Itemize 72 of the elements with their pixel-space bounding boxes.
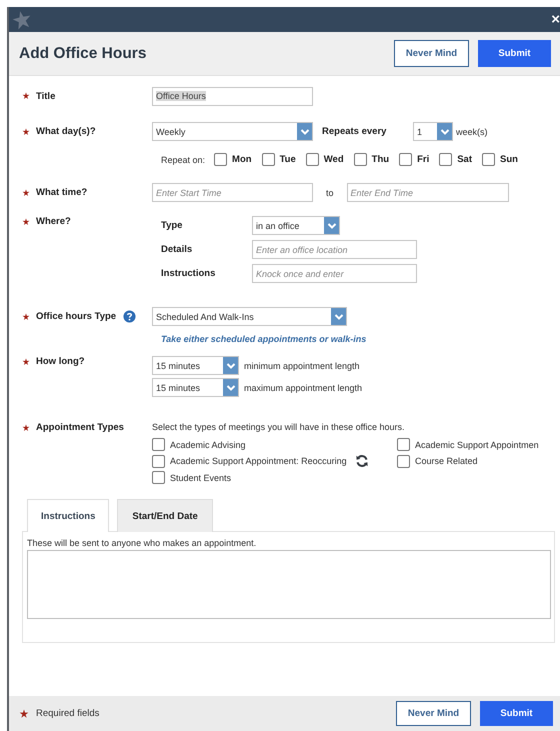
checkbox-label: Mon — [232, 154, 252, 165]
cancel-button[interactable]: Never Mind — [394, 40, 469, 67]
help-icon[interactable] — [123, 310, 136, 323]
checkbox[interactable] — [262, 153, 275, 166]
field-label: Office hours Type — [36, 311, 116, 322]
input-field[interactable]: Enter Start Time — [152, 183, 313, 202]
panel-note: These will be sent to anyone who makes an appointment. — [27, 538, 258, 548]
field-label: What time? — [36, 187, 88, 198]
chevron-down-icon — [226, 382, 236, 392]
input-field[interactable]: Office Hours — [152, 86, 313, 106]
dropdown[interactable]: Weekly — [152, 122, 313, 141]
chevron-down-icon — [440, 126, 450, 136]
checkbox-label: Sun — [500, 154, 518, 165]
field-label: Where? — [36, 216, 71, 227]
field-label: Details — [161, 244, 194, 255]
description-text: Select the types of meetings you will have in these office hours. — [152, 422, 406, 432]
field-caption: maximum appointment length — [244, 382, 362, 392]
checkbox-label: Academic Support Appointment: Reoccuring — [170, 456, 347, 466]
input-field[interactable]: Knock once and enter — [252, 264, 417, 283]
field-label: Repeats every — [322, 126, 388, 137]
checkbox[interactable] — [397, 438, 410, 451]
checkbox-label: Thu — [372, 154, 390, 165]
chevron-down-icon — [226, 360, 236, 370]
field-label: Title — [36, 90, 56, 102]
field-label: Instructions — [161, 268, 216, 279]
dropdown[interactable]: 1 — [413, 122, 453, 141]
checkbox[interactable] — [152, 471, 165, 484]
checkbox-label: Wed — [324, 154, 344, 165]
field-label: How long? — [36, 356, 85, 367]
checkbox[interactable] — [152, 438, 165, 451]
checkbox[interactable] — [439, 153, 452, 166]
chevron-down-icon — [334, 312, 344, 322]
star-logo-icon — [12, 10, 32, 30]
dropdown[interactable]: 15 minutes — [152, 356, 239, 375]
checkbox-label: Course Related — [415, 456, 478, 466]
field-label: What day(s)? — [36, 126, 96, 137]
checkbox[interactable] — [399, 153, 412, 166]
field-caption: minimum appointment length — [244, 360, 360, 370]
field-label: Repeat on: — [161, 154, 206, 164]
checkbox[interactable] — [482, 153, 496, 166]
checkbox-label: Tue — [280, 154, 296, 165]
checkbox-label: Sat — [457, 154, 472, 165]
field-label: Appointment Types — [36, 422, 124, 433]
tab[interactable]: Instructions — [27, 499, 110, 532]
tab[interactable]: Start/End Date — [117, 499, 213, 532]
dialog-title: Add Office Hours — [19, 44, 146, 62]
checkbox-label: Academic Advising — [170, 440, 246, 450]
input-field[interactable]: Enter an office location — [252, 240, 417, 259]
checkbox-label: Fri — [417, 154, 430, 165]
checkbox[interactable] — [152, 454, 165, 468]
chevron-down-icon — [326, 220, 336, 230]
dropdown[interactable]: Scheduled And Walk-Ins — [152, 307, 347, 326]
checkbox[interactable] — [306, 153, 319, 166]
close-button[interactable]: × — [551, 12, 560, 27]
dropdown[interactable]: in an office — [252, 216, 340, 235]
separator-label: to — [326, 188, 334, 198]
checkbox[interactable] — [397, 454, 410, 468]
checkbox-label: Academic Support Appointmen — [415, 440, 539, 450]
submit-button[interactable]: Submit — [480, 701, 553, 726]
checkbox[interactable] — [354, 153, 367, 166]
dropdown[interactable]: 15 minutes — [152, 378, 239, 397]
field-label: Type — [161, 220, 184, 231]
unit-label: week(s) — [456, 126, 488, 136]
submit-button[interactable]: Submit — [478, 40, 551, 67]
input-field[interactable]: Enter End Time — [346, 183, 509, 202]
required-icon — [19, 708, 29, 718]
cancel-button[interactable]: Never Mind — [396, 701, 471, 726]
checkbox-label: Student Events — [170, 472, 232, 482]
hint-text: Take either scheduled appointments or walk-ins — [161, 334, 368, 344]
chevron-down-icon — [300, 126, 310, 136]
checkbox[interactable] — [214, 153, 228, 166]
required-note: Required fields — [36, 708, 100, 719]
